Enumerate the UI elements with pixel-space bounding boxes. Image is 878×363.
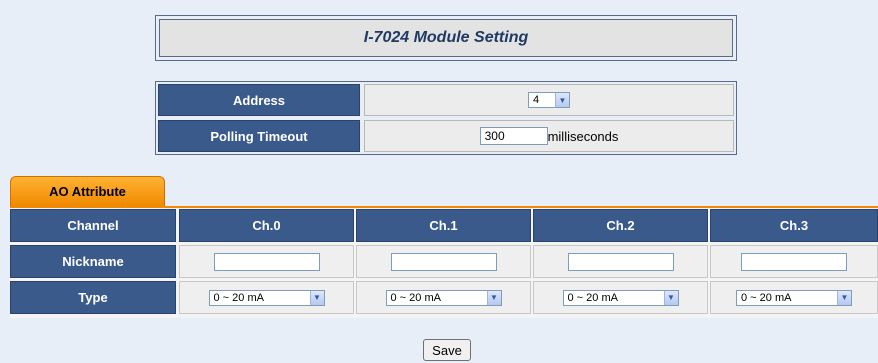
nickname-cell [356,245,531,278]
module-settings-table: Address 4 ▼ Polling Timeout 300 millisec… [155,81,737,155]
address-select[interactable]: 4 ▼ [528,92,570,108]
nickname-input-ch1[interactable] [390,252,497,271]
chevron-down-icon[interactable]: ▼ [555,93,569,107]
polling-timeout-input[interactable]: 300 [479,127,548,145]
page-title: I-7024 Module Setting [159,19,733,57]
polling-timeout-value-cell: 300 milliseconds [364,120,734,152]
ao-attribute-table: Channel Ch.0 Ch.1 Ch.2 Ch.3 Nickname Typ… [10,206,878,318]
chevron-down-icon[interactable]: ▼ [837,290,851,305]
polling-timeout-label: Polling Timeout [158,120,360,152]
type-cell: 0 ~ 20 mA ▼ [356,281,531,314]
type-select-value: 0 ~ 20 mA [213,291,264,304]
type-cell: 0 ~ 20 mA ▼ [179,281,354,314]
tab-ao-attribute[interactable]: AO Attribute [10,176,165,206]
channel-1-header: Ch.1 [356,209,531,242]
type-select-ch1[interactable]: 0 ~ 20 mA ▼ [385,289,502,306]
timeout-unit: milliseconds [547,128,619,144]
address-select-value: 4 [533,94,540,106]
address-value-cell: 4 ▼ [364,84,734,116]
address-label: Address [158,84,360,116]
type-select-ch0[interactable]: 0 ~ 20 mA ▼ [208,289,325,306]
type-select-value: 0 ~ 20 mA [390,291,441,304]
nickname-cell [179,245,354,278]
chevron-down-icon[interactable]: ▼ [663,290,678,305]
type-cell: 0 ~ 20 mA ▼ [710,281,878,314]
type-select-value: 0 ~ 20 mA [741,291,792,304]
save-button[interactable]: Save [423,339,471,361]
nickname-input-ch2[interactable] [567,252,674,271]
type-label: Type [10,281,176,314]
channel-2-header: Ch.2 [533,209,708,242]
nickname-cell [533,245,708,278]
type-cell: 0 ~ 20 mA ▼ [533,281,708,314]
channel-3-header: Ch.3 [710,209,878,242]
channel-0-header: Ch.0 [179,209,354,242]
type-select-ch3[interactable]: 0 ~ 20 mA ▼ [736,289,852,306]
nickname-label: Nickname [10,245,176,278]
nickname-cell [710,245,878,278]
polling-timeout-row: Polling Timeout 300 milliseconds [158,120,734,152]
type-select-ch2[interactable]: 0 ~ 20 mA ▼ [562,289,679,306]
chevron-down-icon[interactable]: ▼ [309,290,324,305]
channel-header: Channel [10,209,176,242]
address-row: Address 4 ▼ [158,84,734,116]
nickname-input-ch0[interactable] [213,252,320,271]
chevron-down-icon[interactable]: ▼ [486,290,501,305]
type-select-value: 0 ~ 20 mA [567,291,618,304]
nickname-input-ch3[interactable] [741,252,847,271]
title-box: I-7024 Module Setting [155,15,737,61]
